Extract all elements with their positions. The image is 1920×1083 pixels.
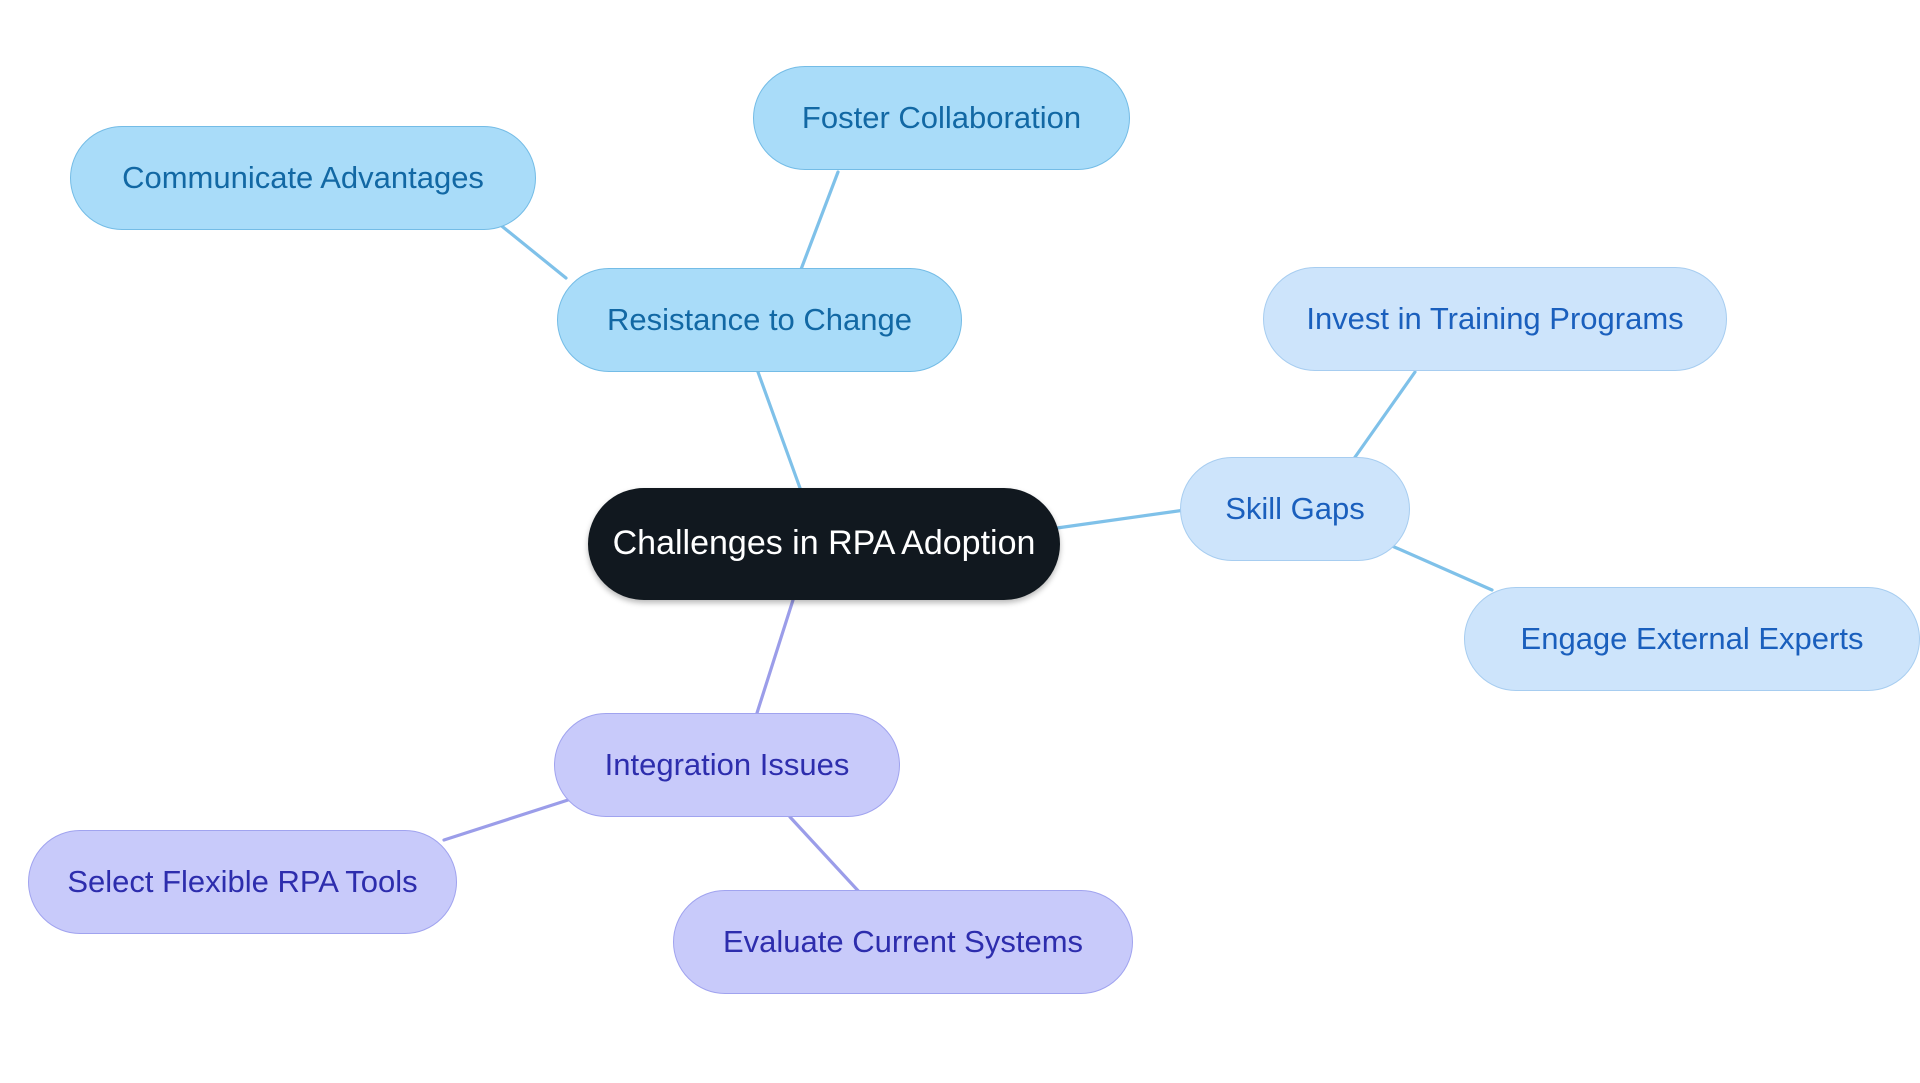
- leaf-node-foster-collaboration-label: Foster Collaboration: [801, 99, 1082, 135]
- edge-integration-to-evaluate-systems: [788, 815, 864, 897]
- branch-node-integration-issues[interactable]: Integration Issues: [554, 713, 900, 817]
- leaf-node-engage-external-experts[interactable]: Engage External Experts: [1464, 587, 1920, 691]
- edge-integration-to-select-flexible-tools: [442, 798, 570, 842]
- edge-resistance-to-communicate-advantages: [496, 221, 568, 280]
- branch-node-resistance-label: Resistance to Change: [606, 301, 913, 337]
- edge-skill-gaps-to-engage-experts: [1381, 540, 1494, 592]
- leaf-node-communicate-advantages[interactable]: Communicate Advantages: [70, 126, 536, 230]
- leaf-node-engage-external-experts-label: Engage External Experts: [1520, 620, 1864, 656]
- leaf-node-invest-training-programs[interactable]: Invest in Training Programs: [1263, 267, 1727, 371]
- leaf-node-select-flexible-rpa-tools-label: Select Flexible RPA Tools: [67, 863, 418, 899]
- mindmap-canvas: Challenges in RPA Adoption Resistance to …: [0, 0, 1920, 1083]
- branch-node-resistance[interactable]: Resistance to Change: [557, 268, 962, 372]
- leaf-node-evaluate-current-systems[interactable]: Evaluate Current Systems: [673, 890, 1133, 994]
- leaf-node-foster-collaboration[interactable]: Foster Collaboration: [753, 66, 1130, 170]
- leaf-node-communicate-advantages-label: Communicate Advantages: [122, 159, 484, 195]
- edge-resistance-to-foster-collaboration: [798, 170, 840, 274]
- edge-root-to-integration-issues: [755, 598, 795, 715]
- edge-root-to-resistance: [756, 370, 802, 490]
- branch-node-integration-issues-label: Integration Issues: [604, 746, 850, 782]
- leaf-node-select-flexible-rpa-tools[interactable]: Select Flexible RPA Tools: [28, 830, 457, 934]
- edge-root-to-skill-gaps: [1055, 508, 1187, 530]
- leaf-node-invest-training-programs-label: Invest in Training Programs: [1306, 300, 1684, 336]
- root-node[interactable]: Challenges in RPA Adoption: [588, 488, 1060, 600]
- leaf-node-evaluate-current-systems-label: Evaluate Current Systems: [722, 923, 1084, 959]
- edge-skill-gaps-to-invest-training: [1351, 370, 1417, 462]
- root-node-label: Challenges in RPA Adoption: [612, 524, 1036, 563]
- branch-node-skill-gaps[interactable]: Skill Gaps: [1180, 457, 1410, 561]
- branch-node-skill-gaps-label: Skill Gaps: [1225, 490, 1365, 526]
